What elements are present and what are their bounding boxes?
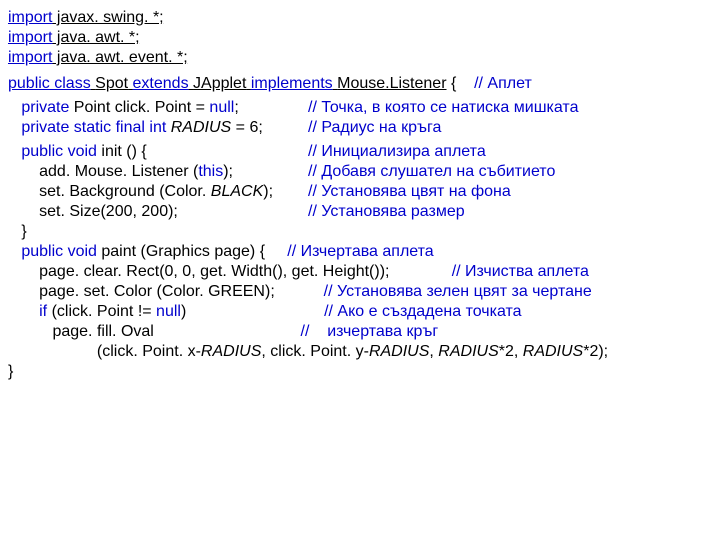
import-line-2: import java. awt. *; (8, 28, 712, 48)
code-line: private Point click. Point = null; // То… (8, 98, 712, 118)
comment: // Добавя слушател на събитието (308, 162, 555, 182)
import-line-1: import javax. swing. *; (8, 8, 712, 28)
paint-method: public void paint (Graphics page) { // И… (8, 242, 712, 382)
keyword-import: import (8, 49, 52, 66)
code-line: set. Background (Color. BLACK); // Устан… (8, 182, 712, 202)
comment: // Радиус на кръга (308, 118, 441, 138)
comment: // Инициализира аплета (308, 142, 486, 162)
comment: // Установява размер (308, 202, 465, 222)
code-line: if (click. Point != null) // Ако е създа… (8, 302, 712, 322)
keyword-import: import (8, 9, 52, 26)
code-block: import javax. swing. *; import java. awt… (8, 8, 712, 382)
code-line: (click. Point. x-RADIUS, click. Point. y… (8, 342, 712, 362)
code-line: } (8, 222, 712, 242)
code-line: page. set. Color (Color. GREEN); // Уста… (8, 282, 712, 302)
class-declaration: public class Spot extends JApplet implem… (8, 74, 712, 94)
code-line: private static final int RADIUS = 6; // … (8, 118, 712, 138)
keyword-import: import (8, 29, 52, 46)
comment: // изчертава кръг (154, 323, 438, 340)
init-method: public void init () { // Инициализира ап… (8, 142, 712, 242)
comment: // Точка, в която се натиска мишката (308, 98, 578, 118)
closing-brace: } (8, 362, 712, 382)
code-line: public void paint (Graphics page) { // И… (8, 242, 712, 262)
code-line: set. Size(200, 200); // Установява разме… (8, 202, 712, 222)
comment: // Изчертава аплета (265, 243, 434, 260)
code-line: page. fill. Oval // изчертава кръг (8, 322, 712, 342)
comment: // Установява цвят на фона (308, 182, 511, 202)
comment: // Установява зелен цвят за чертане (275, 283, 592, 300)
code-line: public void init () { // Инициализира ап… (8, 142, 712, 162)
comment: // Ако е създадена точката (186, 303, 521, 320)
field-declarations: private Point click. Point = null; // То… (8, 98, 712, 138)
comment: // Аплет (461, 75, 532, 92)
import-line-3: import java. awt. event. *; (8, 48, 712, 68)
code-line: page. clear. Rect(0, 0, get. Width(), ge… (8, 262, 712, 282)
comment: // Изчиства аплета (389, 263, 588, 280)
code-line: add. Mouse. Listener (this); // Добавя с… (8, 162, 712, 182)
